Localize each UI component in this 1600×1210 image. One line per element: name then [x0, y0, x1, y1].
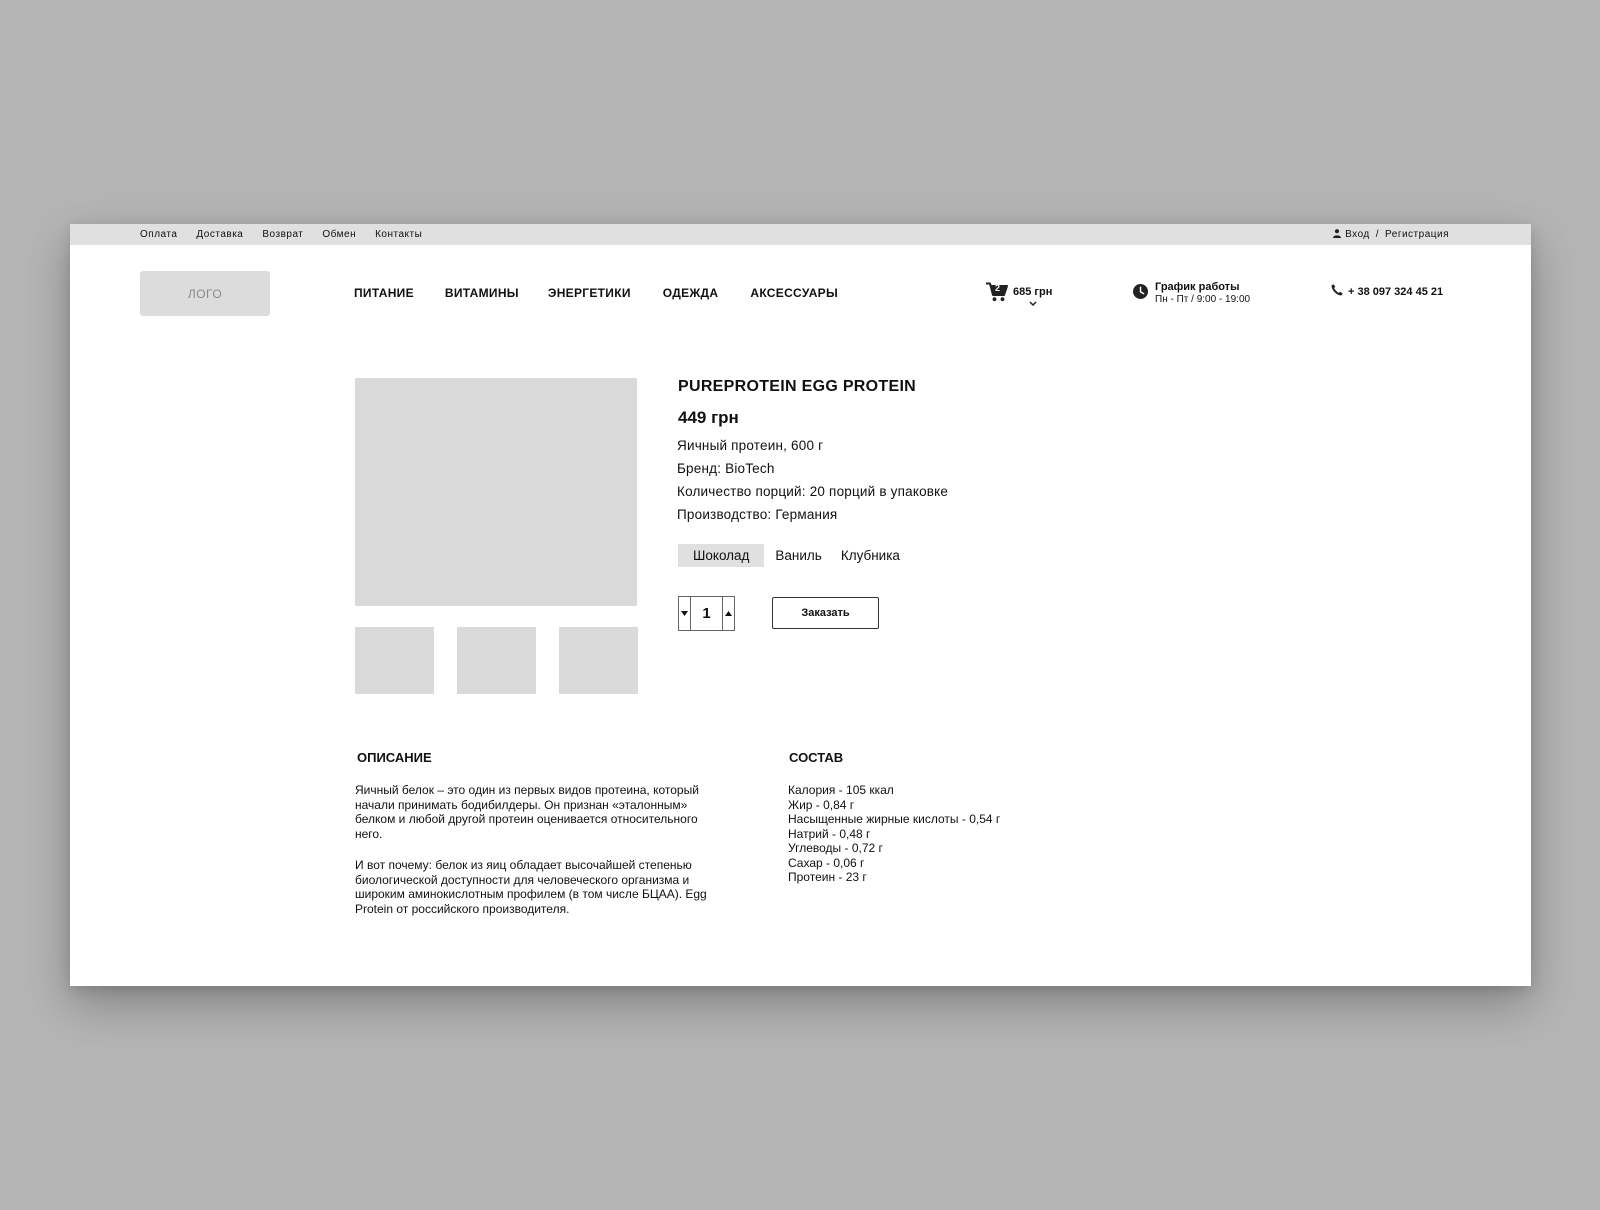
phone-number: + 38 097 324 45 21 — [1348, 285, 1444, 298]
description-paragraph: Яичный белок – это один из первых видов … — [355, 783, 699, 841]
triangle-down-icon — [681, 611, 688, 616]
nav-item-vitamins[interactable]: ВИТАМИНЫ — [445, 286, 519, 300]
cart-widget[interactable]: 2 685 грн — [986, 282, 1052, 306]
logo[interactable]: ЛОГО — [140, 271, 270, 316]
product-thumbnail[interactable] — [355, 627, 434, 694]
flavor-option-vanilla[interactable]: Ваниль — [775, 548, 821, 563]
order-button[interactable]: Заказать — [772, 597, 879, 629]
quantity-stepper: 1 — [678, 596, 735, 631]
utility-link-payment[interactable]: Оплата — [140, 229, 177, 240]
cart-total: 685 грн — [1013, 286, 1053, 298]
composition-item: Сахар - 0,06 г — [788, 855, 865, 870]
product-spec-origin: Производство: Германия — [677, 507, 838, 522]
flavor-option-strawberry[interactable]: Клубника — [841, 548, 900, 563]
main-nav: ПИТАНИЕ ВИТАМИНЫ ЭНЕРГЕТИКИ ОДЕЖДА АКСЕС… — [354, 285, 838, 301]
working-hours-text: График работы Пн - Пт / 9:00 - 19:00 — [1155, 281, 1250, 306]
composition-item: Протеин - 23 г — [788, 870, 867, 884]
product-thumbnail[interactable] — [457, 627, 536, 694]
utility-link-delivery[interactable]: Доставка — [196, 229, 243, 240]
login-link[interactable]: Вход — [1345, 229, 1370, 240]
top-utility-bar: Оплата Доставка Возврат Обмен Контакты В… — [70, 224, 1531, 245]
product-spec-servings: Количество порций: 20 порций в упаковке — [677, 484, 949, 499]
triangle-up-icon — [725, 611, 732, 616]
composition-title: СОСТАВ — [789, 750, 844, 765]
product-main-image — [355, 378, 637, 606]
auth-links: Вход / Регистрация — [1333, 224, 1449, 245]
composition-item: Углеводы - 0,72 г — [788, 841, 883, 855]
utility-link-return[interactable]: Возврат — [262, 229, 303, 240]
composition-item: Насыщенные жирные кислоты - 0,54 г — [788, 812, 1001, 826]
working-hours-title: График работы — [1155, 281, 1240, 293]
flavor-option-chocolate[interactable]: Шоколад — [678, 544, 765, 567]
composition-item: Калория - 105 ккал — [788, 783, 894, 797]
phone-contact[interactable]: + 38 097 324 45 21 — [1331, 284, 1443, 299]
nav-item-accessories[interactable]: АКСЕССУАРЫ — [750, 286, 838, 300]
cart-count: 2 — [995, 283, 1001, 293]
flavor-selector: Шоколад Ваниль Клубника — [678, 544, 900, 567]
cart-icon: 2 — [986, 282, 1008, 302]
description-title: ОПИСАНИЕ — [357, 750, 432, 765]
auth-separator: / — [1375, 229, 1380, 240]
nav-item-energy[interactable]: ЭНЕРГЕТИКИ — [548, 286, 631, 300]
user-icon — [1333, 228, 1342, 241]
working-hours-value: Пн - Пт / 9:00 - 19:00 — [1155, 294, 1251, 305]
utility-links: Оплата Доставка Возврат Обмен Контакты — [140, 224, 422, 245]
composition-list: Калория - 105 ккал Жир - 0,84 г Насыщенн… — [788, 783, 1000, 885]
description-paragraph: И вот почему: белок из яиц обладает высо… — [355, 858, 707, 916]
register-link[interactable]: Регистрация — [1385, 229, 1449, 240]
utility-link-contacts[interactable]: Контакты — [375, 229, 422, 240]
utility-link-exchange[interactable]: Обмен — [322, 229, 356, 240]
product-thumbnail[interactable] — [559, 627, 638, 694]
nav-item-nutrition[interactable]: ПИТАНИЕ — [354, 286, 414, 300]
product-title: PUREPROTEIN EGG PROTEIN — [678, 378, 917, 395]
quantity-decrease-button[interactable] — [679, 597, 691, 630]
chevron-down-icon[interactable] — [1029, 301, 1037, 306]
working-hours: График работы Пн - Пт / 9:00 - 19:00 — [1133, 281, 1250, 306]
cart-summary: 685 грн — [1013, 282, 1052, 306]
quantity-increase-button[interactable] — [722, 597, 734, 630]
product-spec-type: Яичный протеин, 600 г — [677, 438, 824, 453]
clock-icon — [1133, 284, 1148, 304]
product-spec-brand: Бренд: BioTech — [677, 461, 775, 476]
composition-item: Натрий - 0,48 г — [788, 826, 871, 841]
phone-icon — [1331, 284, 1343, 299]
composition-item: Жир - 0,84 г — [788, 797, 855, 812]
nav-item-clothing[interactable]: ОДЕЖДА — [663, 286, 719, 300]
quantity-value[interactable]: 1 — [691, 597, 722, 630]
page-frame: Оплата Доставка Возврат Обмен Контакты В… — [70, 224, 1531, 986]
product-price: 449 грн — [678, 408, 739, 427]
